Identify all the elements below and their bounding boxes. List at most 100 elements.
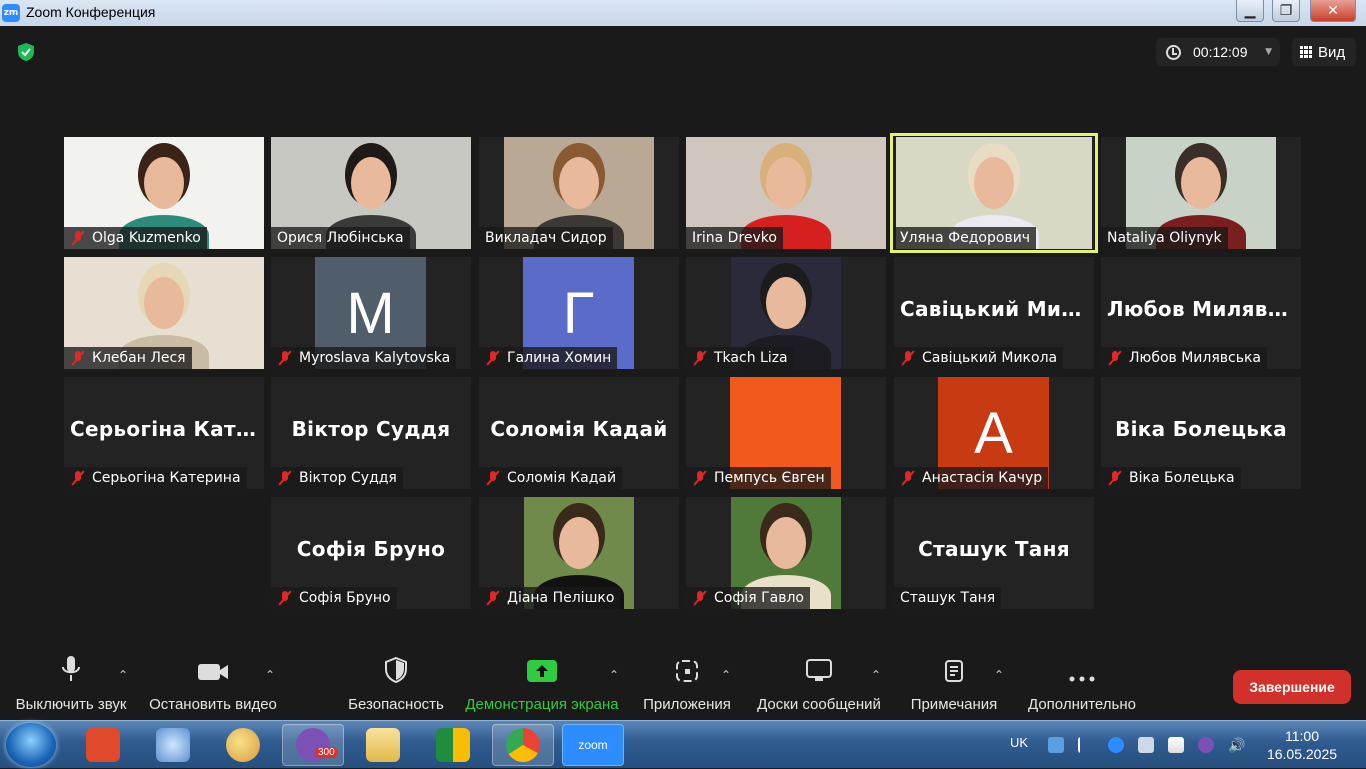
participant-name: Соломія Кадай [507, 470, 617, 486]
chrome-icon [506, 728, 540, 762]
participant-tile[interactable]: Софія Бруно Софія Бруно [271, 497, 471, 609]
participant-name: Irina Drevko [692, 230, 777, 246]
taskbar-app-search[interactable] [142, 724, 204, 766]
taskbar-app-presentation[interactable] [72, 724, 134, 766]
participant-name-label: Викладач Сидор [479, 227, 613, 249]
whiteboards-button[interactable]: Доски сообщений [752, 648, 886, 720]
muted-microphone-icon [277, 470, 293, 486]
start-button[interactable] [6, 723, 56, 767]
participant-name-label: Віктор Суддя [271, 467, 403, 489]
participant-name: Діана Пелішко [507, 590, 615, 606]
muted-microphone-icon [70, 230, 86, 246]
stop-video-label: Остановить видео [149, 696, 277, 713]
flag-tray-icon[interactable] [1168, 737, 1184, 753]
device-tray-icon[interactable] [1138, 737, 1154, 753]
tray-app-icon[interactable] [1048, 737, 1064, 753]
participant-display-name: Сташук Таня [918, 537, 1070, 561]
taskbar-app-zoom[interactable]: zoom [562, 724, 624, 766]
participant-name-label: Галина Хомин [479, 347, 618, 369]
participant-tile[interactable]: Віктор Суддя Віктор Суддя [271, 377, 471, 489]
system-clock[interactable]: 11:00 16.05.2025 [1262, 727, 1342, 763]
paint-palette-icon [226, 728, 260, 762]
participant-name: Клебан Леся [92, 350, 186, 366]
presentation-app-icon [86, 728, 120, 762]
participant-tile[interactable]: Nataliya Oliynyk [1101, 137, 1301, 249]
whiteboards-label: Доски сообщений [757, 696, 881, 713]
maximize-button[interactable]: ❐ [1272, 0, 1300, 22]
participant-tile[interactable]: Орися Любінська [271, 137, 471, 249]
participant-tile[interactable]: Любов Милявс… Любов Милявська [1101, 257, 1301, 369]
participant-display-name: Савіцький Мик… [900, 297, 1094, 321]
share-options-caret-icon[interactable]: ⌃ [609, 668, 619, 682]
shield-icon [385, 656, 407, 684]
taskbar-app-paint[interactable] [212, 724, 274, 766]
participant-name-label: Анастасія Качур [894, 467, 1049, 489]
network-signal-icon[interactable] [1078, 737, 1094, 753]
notes-button[interactable]: Примечания [906, 648, 1002, 720]
participant-tile[interactable]: Сташук Таня Сташук Таня [894, 497, 1094, 609]
clock-date: 16.05.2025 [1266, 746, 1338, 762]
view-button[interactable]: Вид [1292, 38, 1356, 66]
participant-tile[interactable]: Савіцький Мик… Савіцький Микола [894, 257, 1094, 369]
muted-microphone-icon [485, 470, 501, 486]
whiteboards-options-caret-icon[interactable]: ⌃ [871, 668, 881, 682]
participant-tile[interactable]: Діана Пелішко [479, 497, 679, 609]
participant-tile[interactable]: Tkach Liza [686, 257, 886, 369]
participant-display-name: Віктор Суддя [291, 417, 451, 441]
participant-tile[interactable]: Віка Болецька Віка Болецька [1101, 377, 1301, 489]
participant-tile[interactable]: Пемпусь Євген [686, 377, 886, 489]
muted-microphone-icon [900, 350, 916, 366]
participant-tile[interactable]: Викладач Сидор [479, 137, 679, 249]
window-title: Zoom Конференция [26, 4, 156, 20]
apps-options-caret-icon[interactable]: ⌃ [721, 668, 731, 682]
participant-tile[interactable]: Г Галина Хомин [479, 257, 679, 369]
muted-microphone-icon [900, 470, 916, 486]
participant-name: Анастасія Качур [922, 470, 1043, 486]
participant-tile[interactable]: Клебан Леся [64, 257, 264, 369]
taskbar-app-chrome[interactable] [492, 724, 554, 766]
language-indicator[interactable]: UK [1010, 735, 1028, 750]
viber-tray-icon[interactable] [1198, 737, 1214, 753]
notes-icon [945, 660, 963, 682]
timer-value: 00:12:09 [1193, 44, 1248, 60]
participant-name: Віка Болецька [1129, 470, 1235, 486]
security-button[interactable]: Безопасность [346, 648, 446, 720]
participant-name: Myroslava Kalytovska [299, 350, 451, 366]
close-button[interactable]: ✕ [1310, 0, 1356, 22]
taskbar-app-viber[interactable]: 300 [282, 724, 344, 766]
participant-tile[interactable]: M Myroslava Kalytovska [271, 257, 471, 369]
volume-icon[interactable]: 🔊 [1228, 737, 1245, 753]
meeting-timer[interactable]: 00:12:09 ▼ [1156, 38, 1280, 66]
more-button[interactable]: Дополнительно [1024, 648, 1140, 720]
participant-tile[interactable]: A Анастасія Качур [894, 377, 1094, 489]
apps-button[interactable]: Приложения [640, 648, 734, 720]
end-meeting-button[interactable]: Завершение [1233, 670, 1351, 704]
participant-tile[interactable]: Irina Drevko [686, 137, 886, 249]
apps-label: Приложения [643, 696, 731, 713]
participant-tile[interactable]: Olga Kuzmenko [64, 137, 264, 249]
audio-options-caret-icon[interactable]: ⌃ [118, 668, 128, 682]
notes-label: Примечания [910, 696, 998, 713]
notes-options-caret-icon[interactable]: ⌃ [994, 668, 1004, 682]
chevron-down-icon: ▼ [1265, 47, 1272, 57]
participant-tile[interactable]: Софія Гавло [686, 497, 886, 609]
participant-name-label: Діана Пелішко [479, 587, 621, 609]
participant-tile[interactable]: Серьогіна Кате… Серьогіна Катерина [64, 377, 264, 489]
mute-button[interactable]: Выключить звук [12, 648, 130, 720]
muted-microphone-icon [485, 350, 501, 366]
encryption-shield-icon[interactable] [16, 42, 36, 62]
taskbar-app-meet[interactable] [422, 724, 484, 766]
participant-tile[interactable]: Соломія Кадай Соломія Кадай [479, 377, 679, 489]
stop-video-button[interactable]: Остановить видео [148, 648, 278, 720]
video-options-caret-icon[interactable]: ⌃ [265, 668, 275, 682]
view-label: Вид [1318, 43, 1346, 61]
minimize-button[interactable]: ▁ [1236, 0, 1264, 22]
muted-microphone-icon [1107, 350, 1123, 366]
zoom-tray-icon[interactable] [1108, 737, 1124, 753]
muted-microphone-icon [70, 350, 86, 366]
folder-icon [366, 728, 400, 762]
participant-tile[interactable]: Уляна Федорович [890, 133, 1098, 253]
clock-time: 11:00 [1285, 728, 1319, 744]
taskbar-app-explorer[interactable] [352, 724, 414, 766]
share-screen-button[interactable]: Демонстрация экрана [462, 648, 622, 720]
